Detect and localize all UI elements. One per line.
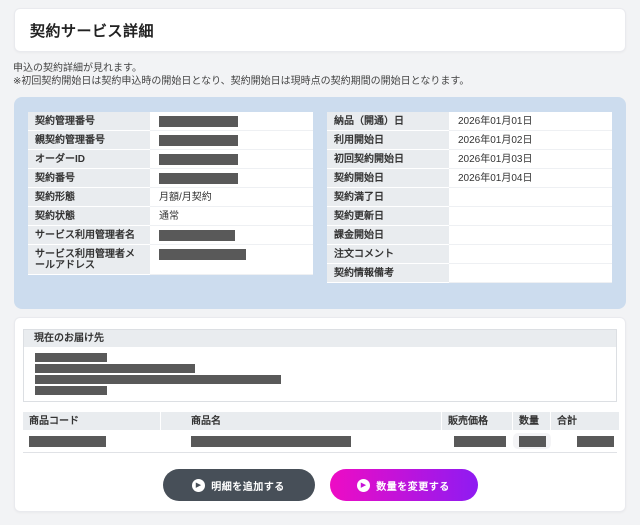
add-detail-button[interactable]: ▶ 明細を追加する [162,469,315,501]
delivery-address-header: 現在のお届け先 [24,330,616,347]
redacted-value [159,135,238,146]
field-row: 注文コメント [327,245,612,264]
redacted-total [577,435,614,447]
field-value: 通常 [159,211,179,222]
quantity-input[interactable] [513,433,551,449]
field-row: 納品（開通）日 2026年01月01日 [327,112,612,131]
redacted-value [159,249,246,260]
change-quantity-button[interactable]: ▶ 数量を変更する [329,469,478,501]
field-row: 契約開始日 2026年01月04日 [327,169,612,188]
redacted-sale-price [454,435,506,447]
redacted-value [159,230,235,241]
add-detail-button-label: 明細を追加する [211,481,285,493]
contract-details-panel: 契約管理番号 親契約管理番号 オーダーID 契約番号 契約形態 月額/月契約 契… [14,97,626,309]
contract-fields-left: 契約管理番号 親契約管理番号 オーダーID 契約番号 契約形態 月額/月契約 契… [28,112,313,275]
field-label: サービス利用管理者名 [28,226,150,245]
field-row: 契約満了日 [327,188,612,207]
field-label: オーダーID [28,150,150,169]
description-line-2: ※初回契約開始日は契約申込時の開始日となり、契約開始日は現時点の契約期間の開始日… [13,76,470,87]
field-row: サービス利用管理者メールアドレス [28,245,313,275]
column-header-product-code: 商品コード [23,412,161,430]
field-label: 契約番号 [28,169,150,188]
redacted-address-line [35,386,107,395]
field-row: 契約番号 [28,169,313,188]
field-label: 契約情報備考 [327,264,449,283]
redacted-product-name [191,435,351,447]
field-value: 月額/月契約 [159,192,212,203]
field-row: 初回契約開始日 2026年01月03日 [327,150,612,169]
contract-fields-right: 納品（開通）日 2026年01月01日 利用開始日 2026年01月02日 初回… [327,112,612,283]
description-line-1: 申込の契約詳細が見れます。 [13,63,142,74]
change-quantity-button-label: 数量を変更する [376,481,450,493]
items-table: 商品コード 商品名 販売価格 数量 合計 [23,412,619,453]
circle-arrow-icon: ▶ [357,478,371,492]
redacted-value [159,173,238,184]
field-label: サービス利用管理者メールアドレス [28,245,150,275]
field-row: オーダーID [28,150,313,169]
redacted-address-line [35,353,107,362]
column-header-quantity: 数量 [513,412,551,430]
field-row: 課金開始日 [327,226,612,245]
field-row: 契約更新日 [327,207,612,226]
field-row: 契約形態 月額/月契約 [28,188,313,207]
field-row: 契約情報備考 [327,264,612,283]
field-row: 利用開始日 2026年01月02日 [327,131,612,150]
field-label: 契約更新日 [327,207,449,226]
field-row: サービス利用管理者名 [28,226,313,245]
items-table-header: 商品コード 商品名 販売価格 数量 合計 [23,412,619,430]
order-items-card: 現在のお届け先 商品コード 商品名 販売価格 数量 合計 ▶ 明細を追加する ▶… [14,317,626,512]
field-value: 2026年01月02日 [458,135,533,146]
field-row: 親契約管理番号 [28,131,313,150]
field-label: 契約状態 [28,207,150,226]
field-label: 課金開始日 [327,226,449,245]
field-label: 利用開始日 [327,131,449,150]
field-label: 初回契約開始日 [327,150,449,169]
table-row [23,430,617,453]
page-title: 契約サービス詳細 [30,22,155,40]
redacted-value [159,116,238,127]
field-row: 契約状態 通常 [28,207,313,226]
field-label: 契約開始日 [327,169,449,188]
field-label: 契約形態 [28,188,150,207]
field-label: 注文コメント [327,245,449,264]
field-label: 納品（開通）日 [327,112,449,131]
field-label: 親契約管理番号 [28,131,150,150]
column-header-product-name: 商品名 [161,412,442,430]
field-value: 2026年01月01日 [458,116,533,127]
field-row: 契約管理番号 [28,112,313,131]
field-label: 契約満了日 [327,188,449,207]
column-header-total: 合計 [551,412,619,430]
current-delivery-address: 現在のお届け先 [23,329,617,402]
circle-arrow-icon: ▶ [192,478,206,492]
redacted-address-line [35,375,281,384]
redacted-quantity [518,435,546,447]
redacted-address-line [35,364,195,373]
field-value: 2026年01月04日 [458,173,533,184]
redacted-value [159,154,238,165]
column-header-sale-price: 販売価格 [442,412,513,430]
redacted-product-code [29,435,106,447]
actions-row: ▶ 明細を追加する ▶ 数量を変更する [23,469,617,501]
field-label: 契約管理番号 [28,112,150,131]
page-description: 申込の契約詳細が見れます。 ※初回契約開始日は契約申込時の開始日となり、契約開始… [13,62,626,88]
field-value: 2026年01月03日 [458,154,533,165]
page-title-card: 契約サービス詳細 [14,8,626,52]
